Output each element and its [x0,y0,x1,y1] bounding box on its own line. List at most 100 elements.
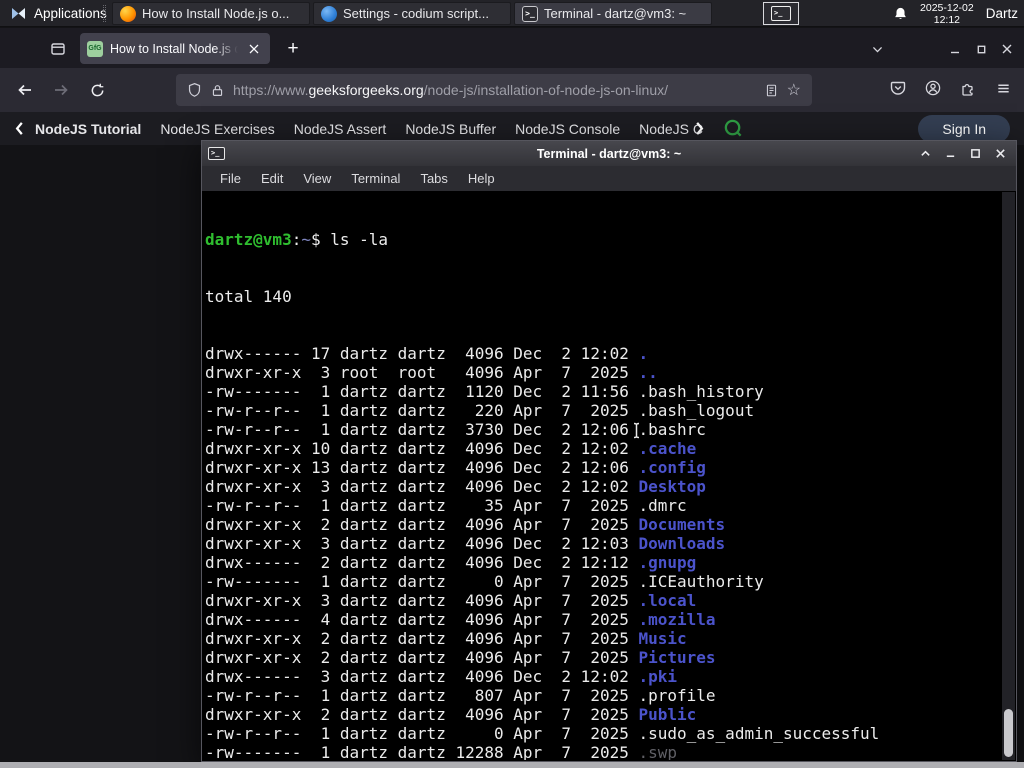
file-attributes: drwx------ 4 dartz dartz 4096 Apr 7 2025 [205,610,639,629]
terminal-output-line: drwxr-xr-x 10 dartz dartz 4096 Dec 2 12:… [205,439,1002,458]
terminal-output-line: drwx------ 4 dartz dartz 4096 Apr 7 2025… [205,610,1002,629]
file-name: .profile [638,686,716,705]
file-name: .bashrc [638,420,706,439]
file-name: Public [638,705,697,724]
gfg-favicon: GfG [87,40,103,57]
file-name: .bash_logout [638,401,755,420]
file-attributes: -rw-r--r-- 1 dartz dartz 35 Apr 7 2025 [205,496,639,515]
file-attributes: -rw-r--r-- 1 dartz dartz 3730 Dec 2 12:0… [205,420,639,439]
taskbar-button-firefox[interactable]: How to Install Node.js o... [112,2,310,25]
terminal-titlebar[interactable]: >_ Terminal - dartz@vm3: ~ [202,141,1016,166]
terminal-output-line: -rw-r--r-- 1 dartz dartz 35 Apr 7 2025 .… [205,496,1002,515]
file-name: .local [638,591,697,610]
file-name: .mozilla [638,610,716,629]
file-name: .ICEauthority [638,572,764,591]
url-bar[interactable]: https://www.geeksforgeeks.org/node-js/in… [176,74,812,106]
shade-icon[interactable] [915,144,935,163]
nav-link-nodejs-exercises[interactable]: NodeJS Exercises [160,121,274,137]
file-attributes: -rw-r--r-- 1 dartz dartz 0 Apr 7 2025 [205,724,639,743]
pocket-icon[interactable] [885,75,911,101]
nav-link-nodejs-tutorial[interactable]: NodeJS Tutorial [35,121,141,137]
terminal-icon: >_ [771,6,791,21]
terminal-output-line: -rw-r--r-- 1 dartz dartz 3730 Dec 2 12:0… [205,420,1002,439]
terminal-output-line: drwx------ 17 dartz dartz 4096 Dec 2 12:… [205,344,1002,363]
forward-icon[interactable] [46,75,76,105]
sign-in-button[interactable]: Sign In [918,114,1010,143]
terminal-scrollbar[interactable] [1002,192,1015,760]
nav-link-nodejs-console[interactable]: NodeJS Console [515,121,620,137]
applications-menu[interactable]: Applications [4,0,113,27]
prompt-user-host: dartz@vm3 [205,230,292,249]
back-icon[interactable] [10,75,40,105]
terminal-output-line: -rw-r--r-- 1 dartz dartz 807 Apr 7 2025 … [205,686,1002,705]
nav-link-nodejs-assert[interactable]: NodeJS Assert [294,121,387,137]
terminal-output-line: drwxr-xr-x 3 dartz dartz 4096 Dec 2 12:0… [205,534,1002,553]
toolbar-icons [885,75,1016,101]
terminal-title: Terminal - dartz@vm3: ~ [536,146,682,161]
desktop: Applications How to Install Node.js o...… [0,0,1024,768]
close-icon[interactable] [990,144,1010,163]
close-window-icon[interactable] [994,36,1020,62]
minimize-icon[interactable] [942,36,968,62]
minimize-icon[interactable] [940,144,960,163]
nav-link-nodejs-buffer[interactable]: NodeJS Buffer [405,121,496,137]
shield-icon[interactable] [187,82,202,98]
terminal-menu-view[interactable]: View [293,171,341,186]
file-name: . [638,344,649,363]
url-text: https://www.geeksforgeeks.org/node-js/in… [233,82,756,98]
terminal-output-line: drwx------ 2 dartz dartz 4096 Dec 2 12:1… [205,553,1002,572]
scroll-right-icon[interactable] [695,121,705,136]
user-menu[interactable]: Dartz [986,6,1018,21]
list-all-tabs-icon[interactable] [864,36,890,62]
window-taskbar: How to Install Node.js o... Settings - co… [112,2,712,25]
terminal-scrollbar-thumb[interactable] [1004,709,1013,757]
file-attributes: drwxr-xr-x 2 dartz dartz 4096 Apr 7 2025 [205,705,639,724]
terminal-window-controls [915,144,1010,163]
file-name: .bash_history [638,382,764,401]
terminal-output[interactable]: dartz@vm3:~$ ls -la total 140 drwx------… [203,192,1002,760]
terminal-menu-file[interactable]: File [210,171,251,186]
firefox-view-button[interactable] [44,35,72,62]
file-attributes: drwxr-xr-x 2 dartz dartz 4096 Apr 7 2025 [205,648,639,667]
terminal-icon: >_ [522,5,538,22]
terminal-output-line: drwxr-xr-x 2 dartz dartz 4096 Apr 7 2025… [205,648,1002,667]
new-tab-button[interactable]: + [280,36,306,62]
terminal-output-line: drwxr-xr-x 13 dartz dartz 4096 Dec 2 12:… [205,458,1002,477]
file-name: .dmrc [638,496,687,515]
bookmark-star-icon[interactable]: ☆ [787,80,801,100]
terminal-output-line: -rw-r--r-- 1 dartz dartz 220 Apr 7 2025 … [205,401,1002,420]
terminal-output-line: -rw------- 1 dartz dartz 12288 Apr 7 202… [205,743,1002,760]
reload-icon[interactable] [82,75,112,105]
search-icon[interactable] [723,118,744,139]
scroll-left-icon[interactable] [14,121,24,136]
terminal-menu-help[interactable]: Help [458,171,505,186]
extensions-puzzle-icon[interactable] [955,75,981,101]
file-attributes: -rw-r--r-- 1 dartz dartz 807 Apr 7 2025 [205,686,639,705]
reader-mode-icon[interactable] [765,83,778,98]
url-path: /node-js/installation-of-node-js-on-linu… [423,82,668,98]
terminal-menu-edit[interactable]: Edit [251,171,293,186]
terminal-output-line: drwxr-xr-x 2 dartz dartz 4096 Apr 7 2025… [205,705,1002,724]
maximize-icon[interactable] [968,36,994,62]
url-scheme: https://www. [233,82,309,98]
maximize-icon[interactable] [965,144,985,163]
nav-link-nodejs-crypto[interactable]: NodeJS Crypto [639,121,703,137]
hamburger-menu-icon[interactable] [990,75,1016,101]
bell-icon[interactable] [893,6,908,22]
terminal-output-line: drwx------ 3 dartz dartz 4096 Dec 2 12:0… [205,667,1002,686]
taskbar-button-terminal[interactable]: >_ Terminal - dartz@vm3: ~ [514,2,712,25]
file-attributes: drwxr-xr-x 3 dartz dartz 4096 Dec 2 12:0… [205,534,639,553]
prompt-path: ~ [301,230,311,249]
taskbar-button-codium[interactable]: Settings - codium script... [313,2,511,25]
tab-close-icon[interactable] [245,40,263,58]
lock-icon[interactable] [211,83,224,98]
account-icon[interactable] [920,75,946,101]
file-name: Documents [638,515,726,534]
terminal-menu-terminal[interactable]: Terminal [341,171,410,186]
browser-tab[interactable]: GfG How to Install Node.js on [80,33,270,64]
focused-window-indicator[interactable]: >_ [763,2,799,25]
terminal-menu-tabs[interactable]: Tabs [410,171,457,186]
clock[interactable]: 2025-12-02 12:12 [920,2,974,26]
page-bottom-scrollbar[interactable] [0,762,1024,768]
taskbar-button-label: Terminal - dartz@vm3: ~ [544,6,687,21]
